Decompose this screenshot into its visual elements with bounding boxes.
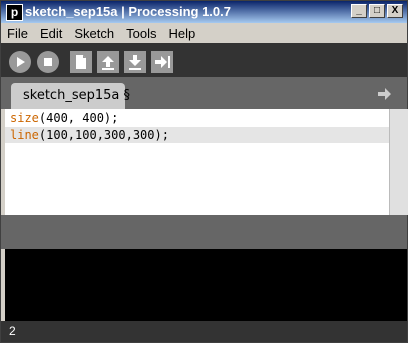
toolbar bbox=[1, 43, 407, 77]
menu-sketch[interactable]: Sketch bbox=[68, 26, 120, 41]
tab-bar: sketch_sep15a § bbox=[1, 77, 407, 109]
line-number: 2 bbox=[9, 324, 16, 338]
new-button[interactable] bbox=[70, 51, 92, 73]
console-area[interactable] bbox=[5, 249, 407, 321]
menu-edit[interactable]: Edit bbox=[34, 26, 68, 41]
window-title: sketch_sep15a | Processing 1.0.7 bbox=[25, 4, 231, 19]
status-bar: 2 bbox=[1, 321, 407, 342]
export-icon bbox=[155, 56, 170, 68]
code-line-2: line(100,100,300,300); bbox=[10, 128, 169, 142]
editor-scrollbar[interactable] bbox=[389, 109, 408, 215]
window-controls: _ □ X bbox=[351, 4, 403, 18]
message-area bbox=[1, 215, 407, 249]
open-icon bbox=[102, 56, 114, 70]
menu-help[interactable]: Help bbox=[162, 26, 201, 41]
open-button[interactable] bbox=[97, 51, 119, 73]
code-editor[interactable]: size(400, 400); line(100,100,300,300); bbox=[5, 109, 389, 215]
maximize-button[interactable]: □ bbox=[369, 4, 385, 18]
export-button[interactable] bbox=[151, 51, 173, 73]
save-icon bbox=[129, 55, 141, 70]
menu-file[interactable]: File bbox=[1, 26, 34, 41]
save-button[interactable] bbox=[124, 51, 146, 73]
app-window: p sketch_sep15a | Processing 1.0.7 _ □ X… bbox=[0, 0, 408, 343]
close-button[interactable]: X bbox=[387, 4, 403, 18]
tab-label: sketch_sep15a § bbox=[23, 88, 130, 103]
minimize-button[interactable]: _ bbox=[351, 4, 367, 18]
tab-menu-arrow-icon[interactable] bbox=[375, 85, 393, 103]
code-line-1: size(400, 400); bbox=[10, 111, 119, 125]
tab-sketch[interactable]: sketch_sep15a § bbox=[11, 83, 130, 109]
run-icon bbox=[17, 57, 25, 67]
new-icon bbox=[76, 55, 86, 69]
menu-tools[interactable]: Tools bbox=[120, 26, 162, 41]
menu-bar: File Edit Sketch Tools Help bbox=[1, 23, 407, 43]
stop-icon bbox=[44, 58, 52, 66]
processing-app-icon: p bbox=[6, 4, 23, 21]
run-button[interactable] bbox=[9, 51, 31, 73]
stop-button[interactable] bbox=[37, 51, 59, 73]
title-bar[interactable]: p sketch_sep15a | Processing 1.0.7 _ □ X bbox=[1, 1, 407, 23]
